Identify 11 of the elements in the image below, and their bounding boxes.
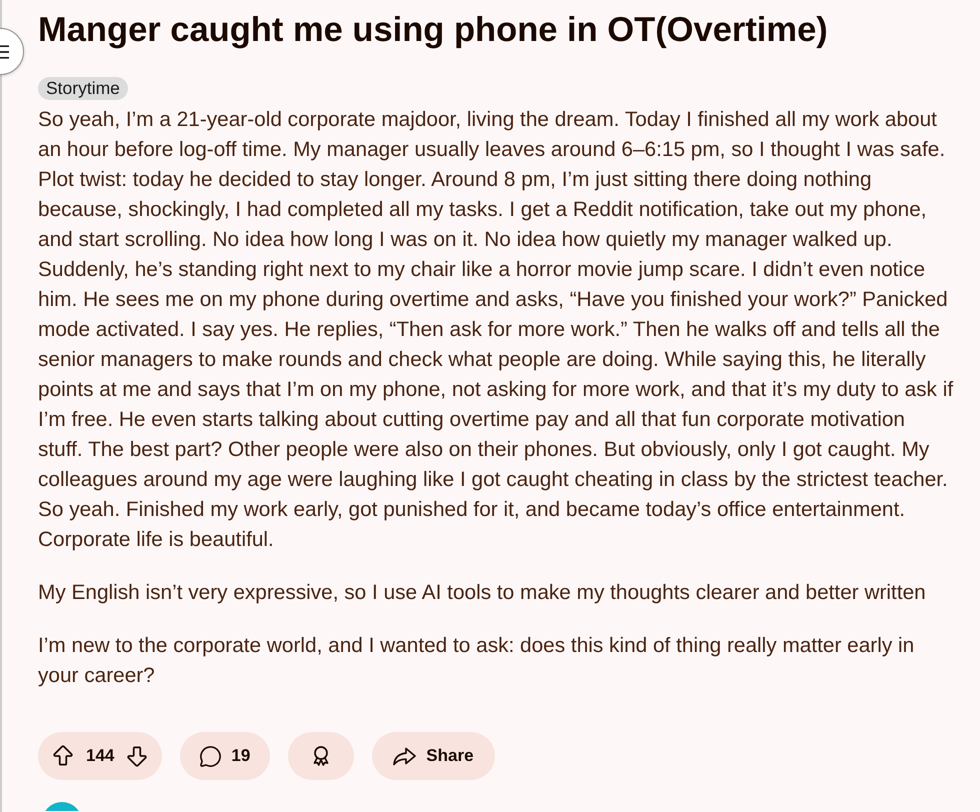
- post-body-paragraph: So yeah, I’m a 21-year-old corporate majdoor, living the dream. Today I finished all my work about an hour before log-off time. My manager usually leaves around 6–6:15 pm, so I thought I was safe. Plot twist: today he decided to stay longer. Around 8 pm, I’m just sitting there doing nothing because, shockingly, I had completed all my tasks. I get a Reddit notification, take out my phone, and start scrolling. No idea how long I was on it. No idea how quietly my manager walked up. Suddenly, he’s standing right next to my chair like a horror movie jump scare. I didn’t even notice him. He sees me on my phone during overtime and asks, “Have you finished your work?” Panicked mode activated. I say yes. He replies, “Then ask for more work.” Then he walks off and tells all the senior managers to make rounds and check what people are doing. While saying this, he literally points at me and says that I’m on my phone, not asking for more work, and that it’s my duty to ask if I’m free. He even starts talking about cutting overtime pay and all that fun corporate motivation stuff. The best part? Other people were also on their phones. But obviously, only I got caught. My colleagues around my age were laughing like I got caught cheating in class by the strictest teacher. So yeah. Finished my work early, got punished for it, and became today’s office entertainment. Corporate life is beautiful.: [38, 107, 954, 553]
- post-body-paragraph: My English isn’t very expressive, so I use AI tools to make my thoughts clearer and better written: [38, 580, 927, 606]
- flair-tag[interactable]: Storytime: [38, 77, 128, 100]
- post-body-paragraph: I’m new to the corporate world, and I wanted to ask: does this kind of thing really matter early in your career?: [38, 633, 916, 689]
- speech-bubble-icon: [199, 744, 222, 768]
- comments-button[interactable]: 19: [180, 732, 270, 780]
- menu-icon: [0, 44, 9, 58]
- post-title: Manger caught me using phone in OT(Overtime): [38, 10, 828, 50]
- award-button[interactable]: [288, 732, 354, 780]
- vote-count: 144: [85, 746, 116, 766]
- share-button[interactable]: Share: [372, 732, 495, 780]
